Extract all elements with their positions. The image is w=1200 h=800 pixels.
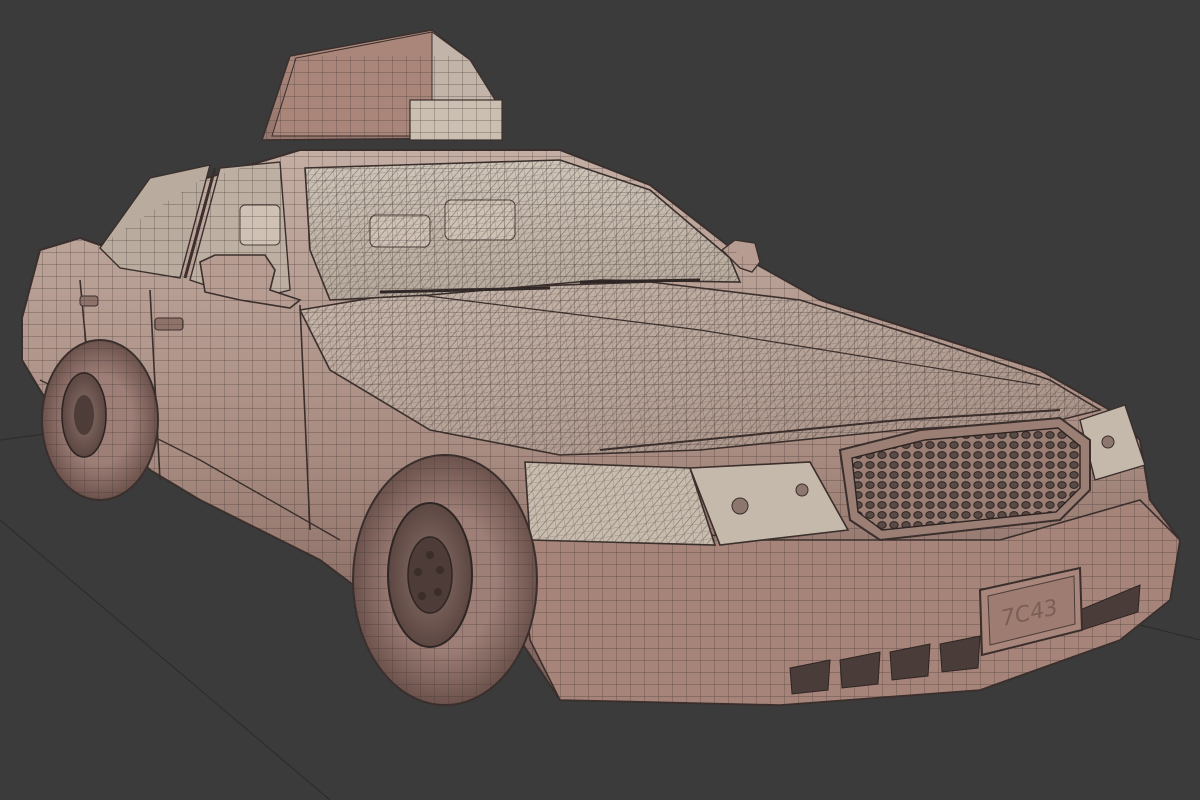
roof-taxi-sign	[260, 29, 503, 146]
scene-canvas: 7C43	[0, 29, 1200, 800]
rear-wheel	[41, 339, 159, 501]
headlight-left	[524, 461, 717, 546]
front-wheel	[352, 454, 538, 706]
3d-viewport[interactable]: 7C43	[0, 0, 1200, 800]
